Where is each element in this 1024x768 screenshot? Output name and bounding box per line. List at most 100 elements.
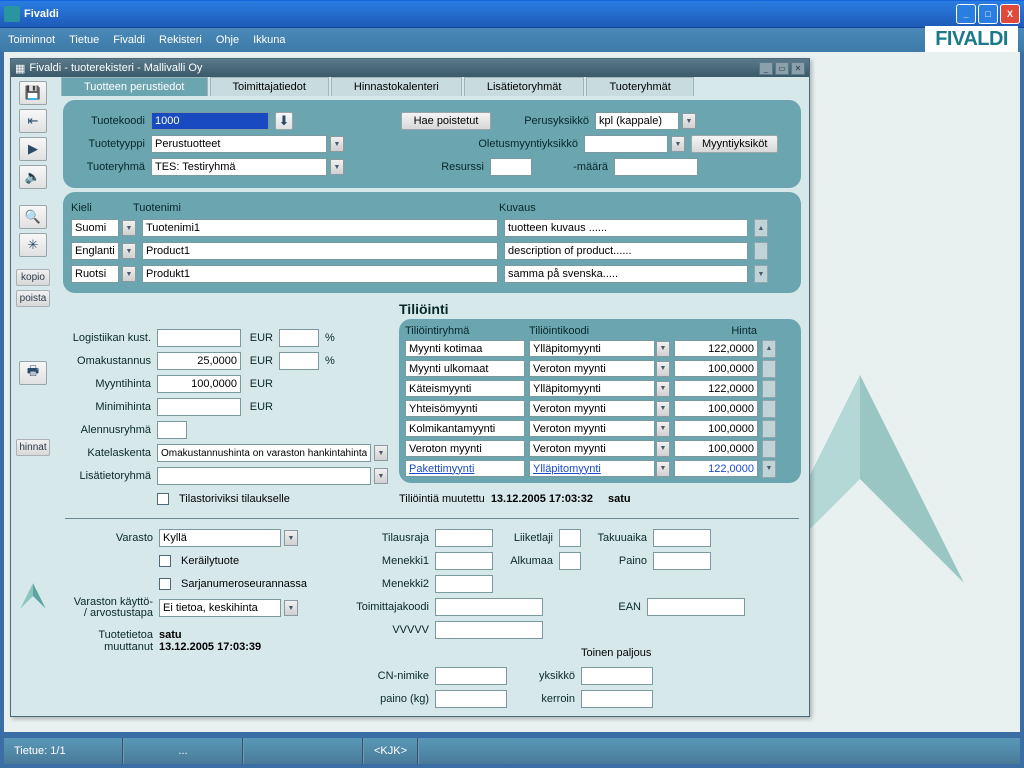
kuvaus-input[interactable]: [504, 265, 748, 283]
maara-input[interactable]: [614, 158, 698, 176]
dropdown-icon[interactable]: ▼: [671, 136, 685, 152]
tili-koodi-select[interactable]: Veroton myynti: [529, 400, 655, 417]
menekki1-input[interactable]: [435, 552, 493, 570]
back-icon[interactable]: ⇤: [19, 109, 47, 133]
myyntihinta-input[interactable]: [157, 375, 241, 393]
tilausraja-input[interactable]: [435, 529, 493, 547]
liiketlaji-input[interactable]: [559, 529, 581, 547]
dropdown-icon[interactable]: ▼: [656, 361, 670, 377]
tili-hinta-input[interactable]: [674, 420, 758, 437]
minimihinta-input[interactable]: [157, 398, 241, 416]
dropdown-icon[interactable]: ▼: [682, 113, 696, 129]
tab-lisatieto[interactable]: Lisätietoryhmät: [464, 77, 585, 96]
katelaskenta-select[interactable]: [157, 444, 371, 462]
copy-button[interactable]: kopio: [16, 269, 50, 286]
delete-button[interactable]: poista: [16, 290, 50, 307]
dropdown-icon[interactable]: ▼: [284, 530, 298, 546]
tuoteryhma-select[interactable]: [151, 158, 327, 176]
dropdown-icon[interactable]: ▼: [656, 341, 670, 357]
tili-hinta-input[interactable]: [674, 460, 758, 477]
tili-koodi-select[interactable]: Veroton myynti: [529, 440, 655, 457]
tili-ryhma-cell[interactable]: Myynti ulkomaat: [405, 360, 525, 377]
ean-input[interactable]: [647, 598, 745, 616]
cn-nimike-input[interactable]: [435, 667, 507, 685]
menu-toiminnot[interactable]: Toiminnot: [8, 34, 55, 46]
tuotenimi-input[interactable]: [142, 242, 498, 260]
inner-close-button[interactable]: ✕: [791, 62, 805, 75]
tili-koodi-select[interactable]: Ylläpitomyynti: [529, 340, 655, 357]
tuotenimi-input[interactable]: [142, 265, 498, 283]
alennusryhma-input[interactable]: [157, 421, 187, 439]
tilastoriviksi-checkbox[interactable]: [157, 493, 169, 505]
scroll-handle-icon[interactable]: [762, 440, 776, 458]
myyntiyksikot-button[interactable]: Myyntiyksiköt: [691, 135, 778, 153]
resurssi-input[interactable]: [490, 158, 532, 176]
tili-ryhma-cell[interactable]: Käteismyynti: [405, 380, 525, 397]
kuvaus-input[interactable]: [504, 219, 748, 237]
scroll-handle-icon[interactable]: [762, 400, 776, 418]
tab-tuoteryhmat[interactable]: Tuoteryhmät: [586, 77, 693, 96]
scroll-handle-icon[interactable]: [762, 380, 776, 398]
alkumaa-input[interactable]: [559, 552, 581, 570]
tuotekoodi-input[interactable]: [151, 112, 269, 130]
oletusmyyntiyksikko-select[interactable]: [584, 135, 668, 153]
kerroin-input[interactable]: [581, 690, 653, 708]
scroll-handle-icon[interactable]: [762, 360, 776, 378]
yksikko-input[interactable]: [581, 667, 653, 685]
toimittajakoodi-input[interactable]: [435, 598, 543, 616]
paino-input[interactable]: [653, 552, 711, 570]
logistiikan-pct-input[interactable]: [279, 329, 319, 347]
inner-maximize-button[interactable]: ▭: [775, 62, 789, 75]
prices-button[interactable]: hinnat: [16, 439, 50, 456]
dropdown-icon[interactable]: ▼: [656, 441, 670, 457]
takuuaika-input[interactable]: [653, 529, 711, 547]
tili-hinta-input[interactable]: [674, 400, 758, 417]
minimize-button[interactable]: _: [956, 4, 976, 24]
omakustannus-input[interactable]: [157, 352, 241, 370]
new-icon[interactable]: ✳: [19, 233, 47, 257]
tili-hinta-input[interactable]: [674, 440, 758, 457]
hae-poistetut-button[interactable]: Hae poistetut: [401, 112, 491, 130]
tili-ryhma-cell[interactable]: Yhteisömyynti: [405, 400, 525, 417]
scroll-down-icon[interactable]: ▼: [754, 265, 768, 283]
varasto-select[interactable]: [159, 529, 281, 547]
tili-koodi-select[interactable]: Ylläpitomyynti: [529, 460, 655, 477]
tili-ryhma-cell[interactable]: Myynti kotimaa: [405, 340, 525, 357]
scroll-up-icon[interactable]: ▲: [754, 219, 768, 237]
tuotekoodi-lookup-icon[interactable]: ⬇: [275, 112, 293, 130]
search-icon[interactable]: 🔍: [19, 205, 47, 229]
close-button[interactable]: X: [1000, 4, 1020, 24]
scroll-up-icon[interactable]: ▲: [762, 340, 776, 358]
tab-perustiedot[interactable]: Tuotteen perustiedot: [61, 77, 208, 96]
kaytto-select[interactable]: [159, 599, 281, 617]
perusyksikko-select[interactable]: [595, 112, 679, 130]
dropdown-icon[interactable]: ▼: [330, 159, 344, 175]
tili-ryhma-cell[interactable]: Veroton myynti: [405, 440, 525, 457]
tuotetyyppi-select[interactable]: [151, 135, 327, 153]
lang-select[interactable]: [71, 242, 119, 260]
tab-toimittaja[interactable]: Toimittajatiedot: [210, 77, 329, 96]
menu-ohje[interactable]: Ohje: [216, 34, 239, 46]
tab-hinnasto[interactable]: Hinnastokalenteri: [331, 77, 462, 96]
tili-ryhma-cell[interactable]: Pakettimyynti: [405, 460, 525, 477]
maximize-button[interactable]: □: [978, 4, 998, 24]
kuvaus-input[interactable]: [504, 242, 748, 260]
save-icon[interactable]: 💾: [19, 81, 47, 105]
lisatietoryhma-select[interactable]: [157, 467, 371, 485]
dropdown-icon[interactable]: ▼: [330, 136, 344, 152]
omakustannus-pct-input[interactable]: [279, 352, 319, 370]
dropdown-icon[interactable]: ▼: [284, 600, 298, 616]
scroll-handle-icon[interactable]: [754, 242, 768, 260]
lang-select[interactable]: [71, 219, 119, 237]
tuotenimi-input[interactable]: [142, 219, 498, 237]
logistiikan-input[interactable]: [157, 329, 241, 347]
dropdown-icon[interactable]: ▼: [122, 220, 136, 236]
dropdown-icon[interactable]: ▼: [656, 381, 670, 397]
inner-minimize-button[interactable]: _: [759, 62, 773, 75]
tili-koodi-select[interactable]: Veroton myynti: [529, 360, 655, 377]
tili-hinta-input[interactable]: [674, 360, 758, 377]
tili-ryhma-cell[interactable]: Kolmikantamyynti: [405, 420, 525, 437]
dropdown-icon[interactable]: ▼: [656, 401, 670, 417]
dropdown-icon[interactable]: ▼: [656, 421, 670, 437]
menu-ikkuna[interactable]: Ikkuna: [253, 34, 285, 46]
